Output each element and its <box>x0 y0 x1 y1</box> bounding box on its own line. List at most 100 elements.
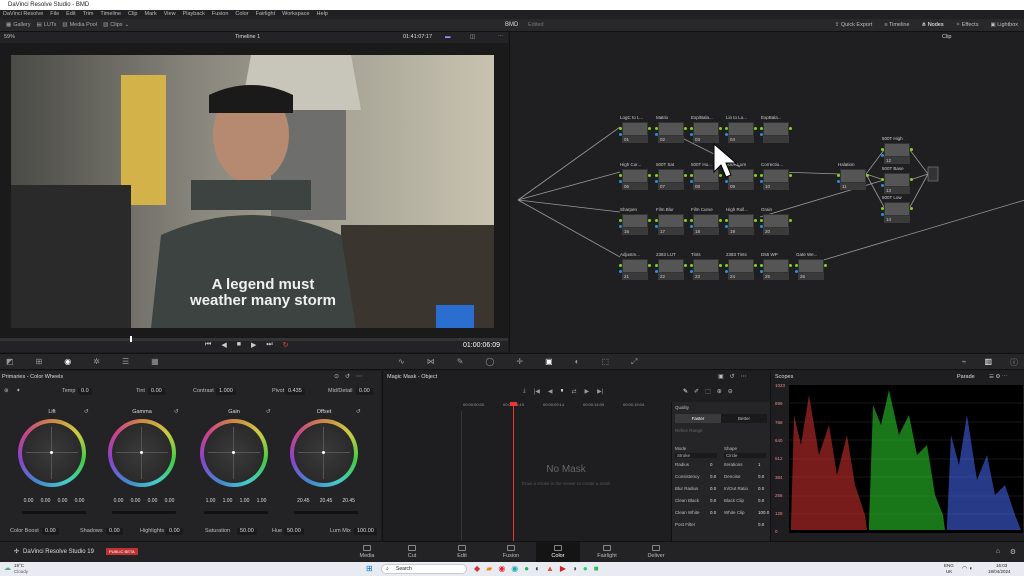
middetail-field[interactable]: 0.00 <box>356 388 373 395</box>
node-key-input[interactable] <box>760 180 763 183</box>
node-input[interactable] <box>619 174 622 177</box>
node-key-input[interactable] <box>655 270 658 273</box>
mask-param-value[interactable]: 100.0 <box>758 510 769 515</box>
node-input[interactable] <box>690 174 693 177</box>
node-key-input[interactable] <box>760 270 763 273</box>
node-output[interactable] <box>648 219 651 222</box>
motion-effects-icon[interactable]: ☰ <box>122 357 129 366</box>
mode-icon[interactable]: ⊙ <box>334 373 339 380</box>
taskbar-app-icon[interactable]: ■ <box>594 564 599 573</box>
node-input[interactable] <box>837 174 840 177</box>
node-key-input[interactable] <box>690 225 693 228</box>
mask-param-value[interactable]: 0 <box>710 462 713 467</box>
effects-button[interactable]: ✧ Effects <box>956 22 979 28</box>
reset-icon[interactable]: ↺ <box>174 409 179 415</box>
video-frame[interactable]: A legend must weather many storm <box>11 55 494 328</box>
node-input[interactable] <box>655 219 658 222</box>
split-icon[interactable]: ◫ <box>470 32 475 43</box>
wheel-value[interactable]: 0.00 <box>24 498 34 504</box>
menu-item[interactable]: Playback <box>183 10 205 19</box>
node-output[interactable] <box>789 264 792 267</box>
contrast-field[interactable]: 1.000 <box>216 388 236 395</box>
remove-icon[interactable]: ⊖ <box>728 388 733 395</box>
menu-item[interactable]: DaVinci Resolve <box>3 10 43 19</box>
node-output[interactable] <box>910 148 913 151</box>
viewer-toggle-icon[interactable]: ▣ <box>718 373 724 380</box>
node-key-input[interactable] <box>690 270 693 273</box>
timeline-button[interactable]: ≡ Timeline <box>884 22 909 28</box>
select-icon[interactable]: ⬚ <box>705 388 711 395</box>
node-key-input[interactable] <box>881 184 884 187</box>
pivot-field[interactable]: 0.435 <box>285 388 305 395</box>
node-output[interactable] <box>648 127 651 130</box>
node[interactable]: Film Blur 17 <box>655 207 687 236</box>
node[interactable]: Tints 23 <box>690 252 722 281</box>
node-key-input[interactable] <box>655 133 658 136</box>
param-field[interactable]: 50.00 <box>237 528 257 535</box>
lightbox-button[interactable]: ▣ Lightbox <box>990 22 1018 28</box>
menu-item[interactable]: Workspace <box>282 10 309 19</box>
node-output[interactable] <box>684 174 687 177</box>
color-wheel[interactable] <box>290 419 358 487</box>
node-editor[interactable]: Clip LogC to L... 01 Matrix 02 Exp/Bala... 03… <box>509 32 1024 355</box>
node-key-input[interactable] <box>655 225 658 228</box>
node[interactable]: Halation 11 <box>837 162 869 191</box>
stop-icon[interactable]: ■ <box>237 341 241 349</box>
home-icon[interactable]: ⌂ <box>996 548 1000 555</box>
taskbar-app-icon[interactable]: ◉ <box>498 564 505 573</box>
node-output[interactable] <box>789 127 792 130</box>
wheel-value[interactable]: 1.00 <box>257 498 267 504</box>
taskbar-app-icon[interactable]: ▶ <box>560 564 566 573</box>
node-output[interactable] <box>684 127 687 130</box>
hdr-icon[interactable]: ▦ <box>151 357 159 366</box>
mask-param-value[interactable]: 0.0 <box>758 486 764 491</box>
scope-settings-icon[interactable]: ☰ ⚙ ⋯ <box>989 374 1007 380</box>
node-input[interactable] <box>619 264 622 267</box>
mode-select[interactable]: Stroke <box>675 453 717 458</box>
qualifier-icon[interactable]: ✎ <box>457 357 464 367</box>
node-input[interactable] <box>725 219 728 222</box>
node[interactable]: 2383 Tints 24 <box>725 252 757 281</box>
menu-item[interactable]: Fusion <box>212 10 229 19</box>
node-input[interactable] <box>795 264 798 267</box>
node-key-input[interactable] <box>725 133 728 136</box>
node[interactable]: Matrix 02 <box>655 115 687 144</box>
tint-field[interactable]: 0.00 <box>148 388 165 395</box>
master-wheel-slider[interactable] <box>22 511 86 514</box>
picker-icon[interactable]: ⊛ <box>4 388 9 394</box>
node-output[interactable] <box>910 178 913 181</box>
node[interactable]: 500T Base 13 <box>881 166 913 195</box>
viewer-mode-icon[interactable]: ▬ <box>445 32 451 43</box>
master-wheel-slider[interactable] <box>294 511 358 514</box>
color-wheel[interactable] <box>200 419 268 487</box>
rgb-mixer-icon[interactable]: ✲ <box>93 357 100 366</box>
taskbar-app-icon[interactable]: ◐ <box>535 564 540 573</box>
mask-param-value[interactable]: 0.0 <box>758 498 764 503</box>
menu-item[interactable]: Clip <box>128 10 137 19</box>
wheel-value[interactable]: 0.00 <box>75 498 85 504</box>
node[interactable]: D55 WP 25 <box>760 252 792 281</box>
menu-item[interactable]: Edit <box>66 10 75 19</box>
quality-better[interactable]: Better <box>721 414 767 423</box>
waveform-icon[interactable]: ⌁ <box>962 357 967 368</box>
node[interactable]: High Roll... 19 <box>725 207 757 236</box>
quality-faster[interactable]: Faster <box>675 414 721 423</box>
reset-icon[interactable]: ↺ <box>266 409 271 415</box>
node[interactable]: 500T Low 14 <box>881 195 913 224</box>
node-key-input[interactable] <box>619 225 622 228</box>
node[interactable]: Gate We... 26 <box>795 252 827 281</box>
page-tab[interactable]: Media <box>357 545 377 559</box>
sizing-icon[interactable]: ⤢ <box>631 357 637 367</box>
menu-item[interactable]: File <box>50 10 59 19</box>
key-icon[interactable]: ⬚ <box>601 357 609 367</box>
page-tab[interactable]: Fairlight <box>597 545 617 559</box>
wheel-value[interactable]: 0.00 <box>58 498 68 504</box>
master-wheel-slider[interactable] <box>112 511 176 514</box>
step-back-icon[interactable]: ◀ <box>221 341 226 349</box>
wheel-value[interactable]: 1.00 <box>223 498 233 504</box>
node[interactable]: Lin to Lo... 04 <box>725 115 757 144</box>
wheel-value[interactable]: 20.45 <box>320 498 333 504</box>
go-to-start-icon[interactable]: ⏮ <box>205 341 211 349</box>
node[interactable]: Sharpen 16 <box>619 207 651 236</box>
node-key-input[interactable] <box>881 154 884 157</box>
